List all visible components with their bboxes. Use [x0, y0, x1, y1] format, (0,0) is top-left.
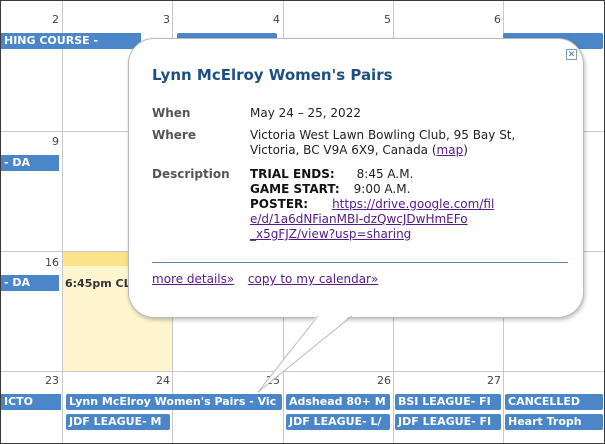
day-number[interactable]: 26 [361, 374, 391, 387]
day-number[interactable]: 6 [471, 13, 501, 26]
day-number[interactable]: 4 [250, 13, 280, 26]
day-number[interactable]: 27 [471, 374, 501, 387]
where-line-2: Victoria, BC V9A 6X9, Canada (map) [250, 143, 515, 158]
grid-line [62, 1, 63, 443]
event-chip[interactable]: Adshead 80+ M [286, 394, 390, 410]
where-line-2-end: ) [463, 143, 468, 157]
day-number[interactable]: 3 [140, 13, 170, 26]
day-number[interactable]: 16 [29, 256, 59, 269]
day-number[interactable]: 25 [250, 374, 280, 387]
poster-link[interactable]: https://drive.google.com/fil [332, 197, 494, 211]
where-line-1: Victoria West Lawn Bowling Club, 95 Bay … [250, 128, 516, 142]
popup-title: Lynn McElroy Women's Pairs [152, 66, 393, 84]
event-chip[interactable]: - DA [1, 155, 59, 171]
when-value: May 24 – 25, 2022 [250, 106, 361, 120]
poster-link-cont[interactable]: e/d/1a6dNFianMBI-dzQwcJDwHmEFo [250, 212, 468, 226]
game-value: 9:00 A.M. [353, 182, 411, 196]
day-number[interactable]: 5 [361, 13, 391, 26]
trial-value: 8:45 A.M. [356, 167, 414, 181]
description-label: Description [152, 167, 230, 181]
event-chip[interactable]: JDF LEAGUE- M [66, 414, 170, 430]
day-number[interactable]: 2 [29, 13, 59, 26]
trial-label: TRIAL ENDS: [250, 167, 335, 181]
event-chip[interactable]: CANCELLED [505, 394, 603, 410]
game-label: GAME START: [250, 182, 340, 196]
event-chip[interactable]: - DA [1, 275, 59, 291]
where-line-2-text: Victoria, BC V9A 6X9, Canada ( [250, 143, 437, 157]
event-text[interactable]: 6:45pm CL [65, 277, 131, 290]
copy-to-calendar-link[interactable]: copy to my calendar» [248, 272, 378, 286]
day-number[interactable]: 24 [140, 374, 170, 387]
where-value: Victoria West Lawn Bowling Club, 95 Bay … [250, 128, 515, 158]
poster-label: POSTER: [250, 197, 309, 211]
day-number[interactable]: 9 [29, 135, 59, 148]
popup-actions: more details» copy to my calendar» [152, 272, 378, 286]
event-chip[interactable]: HING COURSE - [1, 33, 141, 49]
event-chip[interactable]: ICTO [1, 394, 61, 410]
more-details-link[interactable]: more details» [152, 272, 234, 286]
day-number[interactable]: 23 [29, 374, 59, 387]
grid-line [1, 371, 604, 372]
when-label: When [152, 106, 191, 120]
poster-link-end[interactable]: _x5gFJZ/view?usp=sharing [250, 227, 411, 241]
event-chip[interactable]: JDF LEAGUE- FI [395, 414, 501, 430]
event-chip[interactable]: BSI LEAGUE- FI [395, 394, 501, 410]
map-link[interactable]: map [437, 143, 464, 157]
description-value: TRIAL ENDS: 8:45 A.M. GAME START: 9:00 A.M… [250, 167, 550, 242]
event-chip[interactable]: JDF LEAGUE- L/ [286, 414, 390, 430]
close-icon[interactable]: ✕ [566, 49, 577, 60]
popup-divider [152, 262, 568, 263]
event-chip[interactable]: Heart Troph [505, 414, 603, 430]
where-label: Where [152, 128, 196, 142]
event-chip-lynn-mcelroy[interactable]: Lynn McElroy Women's Pairs - Vic [66, 394, 282, 410]
